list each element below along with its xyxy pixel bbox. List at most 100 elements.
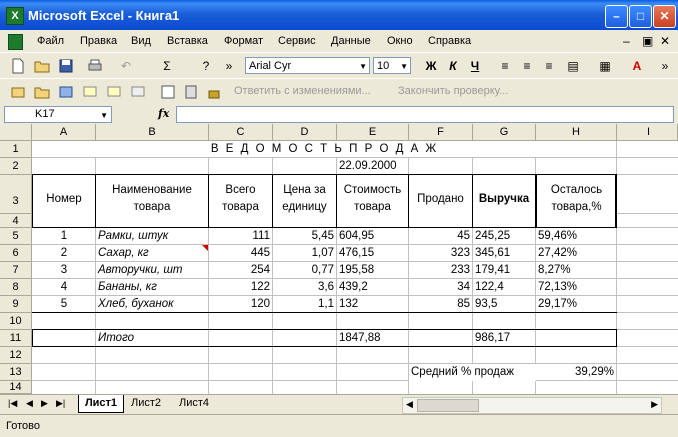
row-header-4[interactable]: 4: [0, 214, 32, 228]
first-sheet-icon[interactable]: |◀: [8, 398, 17, 409]
menu-edit[interactable]: Правка: [80, 35, 117, 47]
tab-sheet1[interactable]: Лист1: [78, 395, 124, 413]
bold-button[interactable]: Ж: [422, 57, 440, 75]
tab-sheet2[interactable]: Лист2: [124, 395, 168, 412]
checkbox-icon[interactable]: [160, 84, 176, 100]
cell-cost[interactable]: 604,95: [337, 228, 408, 245]
merge-center-icon[interactable]: ▤: [564, 57, 582, 75]
cell-name[interactable]: Сахар, кг: [96, 245, 209, 262]
avg-value[interactable]: 39,29%: [536, 364, 616, 381]
row-header-2[interactable]: 2: [0, 158, 32, 175]
column-header-i[interactable]: I: [617, 124, 678, 141]
underline-button[interactable]: Ч: [466, 57, 484, 75]
menu-insert[interactable]: Вставка: [167, 35, 208, 47]
row-header-13[interactable]: 13: [0, 364, 32, 381]
menu-format[interactable]: Формат: [224, 35, 263, 47]
borders-icon[interactable]: ▦: [596, 57, 614, 75]
cell-cost[interactable]: 132: [337, 296, 408, 313]
header-cell-name[interactable]: Наименование товара: [96, 175, 208, 227]
cell-total[interactable]: 122: [209, 279, 272, 296]
cell-left[interactable]: 29,17%: [536, 296, 616, 313]
row-header-7[interactable]: 7: [0, 262, 32, 279]
last-sheet-icon[interactable]: ▶|: [56, 398, 65, 409]
row-header-6[interactable]: 6: [0, 245, 32, 262]
column-header-a[interactable]: A: [32, 124, 96, 141]
cell-sold[interactable]: 323: [409, 245, 472, 262]
menu-window[interactable]: Окно: [387, 35, 413, 47]
formula-input[interactable]: [176, 106, 674, 123]
font-color-icon[interactable]: A: [628, 57, 646, 75]
avg-label[interactable]: Средний % продаж: [409, 364, 536, 381]
horizontal-scrollbar[interactable]: ◀ ▶: [402, 397, 662, 414]
reply-changes-button[interactable]: Ответить с изменениями...: [234, 85, 371, 97]
excel-icon[interactable]: X: [6, 7, 24, 25]
row-header-11[interactable]: 11: [0, 330, 32, 347]
toolbar-options-icon[interactable]: »: [220, 57, 238, 75]
cell-sold[interactable]: 85: [409, 296, 472, 313]
header-cell-num[interactable]: Номер: [33, 175, 95, 227]
cell-revenue[interactable]: 122,4: [473, 279, 535, 296]
close-button[interactable]: ✕: [653, 5, 676, 28]
cell-left[interactable]: 59,46%: [536, 228, 616, 245]
column-header-g[interactable]: G: [473, 124, 536, 141]
cell-name[interactable]: Рамки, штук: [96, 228, 209, 245]
column-header-e[interactable]: E: [337, 124, 409, 141]
menu-data[interactable]: Данные: [331, 35, 371, 47]
doc-close-button[interactable]: ✕: [660, 34, 670, 48]
show-comments-icon[interactable]: [106, 84, 122, 100]
tab-sheet4[interactable]: Лист4: [172, 395, 216, 412]
header-cell-revenue[interactable]: Выручка: [473, 175, 535, 227]
delete-comment-icon[interactable]: [130, 84, 146, 100]
align-right-icon[interactable]: ≡: [540, 57, 558, 75]
name-box[interactable]: K17 ▼: [4, 106, 112, 123]
comment-indicator-icon[interactable]: [202, 245, 208, 251]
sheet-title[interactable]: В Е Д О М О С Т Ь П Р О Д А Ж: [33, 141, 616, 157]
cell-revenue[interactable]: 345,61: [473, 245, 535, 262]
prev-sheet-icon[interactable]: ◀: [26, 398, 33, 409]
scroll-thumb[interactable]: [417, 399, 479, 412]
minimize-button[interactable]: –: [605, 5, 628, 28]
cell-name[interactable]: Авторучки, шт: [96, 262, 209, 279]
cell-price[interactable]: 5,45: [273, 228, 336, 245]
cell-num[interactable]: 4: [32, 279, 96, 296]
total-revenue[interactable]: 986,17: [473, 330, 535, 347]
undo-icon[interactable]: ↶: [117, 57, 135, 75]
column-header-b[interactable]: B: [96, 124, 209, 141]
cell-name[interactable]: Хлеб, буханок: [96, 296, 209, 313]
maximize-button[interactable]: □: [629, 5, 652, 28]
cell-cost[interactable]: 439,2: [337, 279, 408, 296]
fx-icon[interactable]: fx: [158, 107, 169, 120]
row-header-9[interactable]: 9: [0, 296, 32, 313]
cell-cost[interactable]: 476,15: [337, 245, 408, 262]
menu-file[interactable]: Файл: [37, 35, 64, 47]
menu-help[interactable]: Справка: [428, 35, 471, 47]
folder-icon[interactable]: [34, 84, 50, 100]
cell-revenue[interactable]: 245,25: [473, 228, 535, 245]
cell-total[interactable]: 254: [209, 262, 272, 279]
row-header-12[interactable]: 12: [0, 347, 32, 364]
header-cell-price[interactable]: Цена за единицу: [273, 175, 336, 227]
cell-price[interactable]: 3,6: [273, 279, 336, 296]
row-header-5[interactable]: 5: [0, 228, 32, 245]
lock-icon[interactable]: [206, 84, 222, 100]
header-cell-sold[interactable]: Продано: [409, 175, 472, 227]
toolbar-options-icon[interactable]: »: [656, 57, 674, 75]
print-icon[interactable]: [87, 58, 103, 74]
row-header-1[interactable]: 1: [0, 141, 32, 158]
scroll-right-icon[interactable]: ▶: [651, 399, 658, 410]
cell-cost[interactable]: 195,58: [337, 262, 408, 279]
next-sheet-icon[interactable]: ▶: [41, 398, 48, 409]
cell-left[interactable]: 8,27%: [536, 262, 616, 279]
column-header-f[interactable]: F: [409, 124, 473, 141]
worksheet-grid[interactable]: A B C D E F G H I 1 2 3 4 5 6 7 8 9 10 1…: [0, 124, 678, 394]
open-icon[interactable]: [34, 58, 50, 74]
send-mail-icon[interactable]: [10, 84, 26, 100]
row-header-14[interactable]: 14: [0, 381, 32, 394]
cell-price[interactable]: 1,07: [273, 245, 336, 262]
total-cost[interactable]: 1847,88: [337, 330, 408, 347]
row-header-10[interactable]: 10: [0, 313, 32, 330]
cell-left[interactable]: 72,13%: [536, 279, 616, 296]
row-header-3[interactable]: 3: [0, 175, 32, 214]
workbook-icon[interactable]: [8, 34, 23, 50]
italic-button[interactable]: К: [444, 57, 462, 75]
